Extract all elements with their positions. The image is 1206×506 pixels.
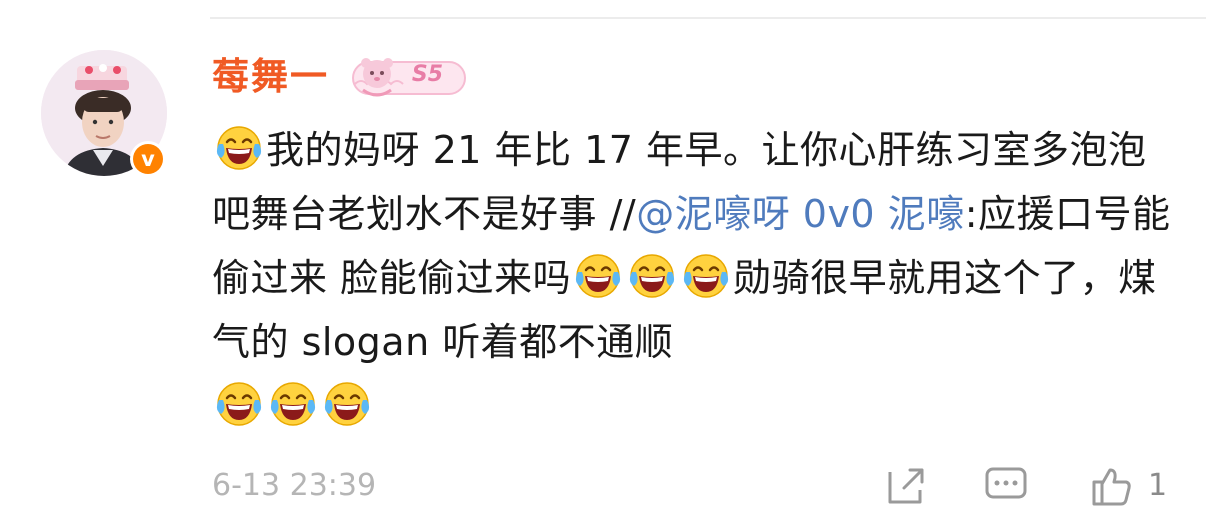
mention-link[interactable]: @泥嚎呀 0v0 泥嚎 [636,192,965,236]
laugh-cry-emoji [684,254,729,298]
comment-icon[interactable] [984,466,1028,506]
like-count: 1 [1148,468,1168,503]
comment-body: 我的妈呀 21 年比 17 年早。让你心肝练习室多泡泡吧舞台老划水不是好事 //… [212,118,1172,438]
laugh-cry-emoji [324,382,370,426]
fan-level-badge[interactable]: S5 [351,54,467,100]
fan-level-text: S5 [411,62,443,87]
laugh-cry-emoji [270,382,316,426]
username[interactable]: 莓舞一 [212,52,329,102]
laugh-cry-emoji [216,382,262,426]
laugh-cry-emoji [576,254,621,298]
thumbs-up-icon[interactable] [1090,466,1134,506]
comment-footer: 6-13 23:39 1 [212,466,1206,506]
laugh-cry-emoji [630,254,675,298]
comment-header: 莓舞一 S5 [212,52,467,102]
share-icon[interactable] [884,466,928,506]
bear-badge-icon [352,58,466,97]
verified-badge: v [130,141,166,177]
verified-v-icon: v [133,144,163,174]
comment-time: 6-13 23:39 [212,468,377,503]
laugh-cry-emoji [216,126,262,170]
top-divider [210,17,1206,19]
